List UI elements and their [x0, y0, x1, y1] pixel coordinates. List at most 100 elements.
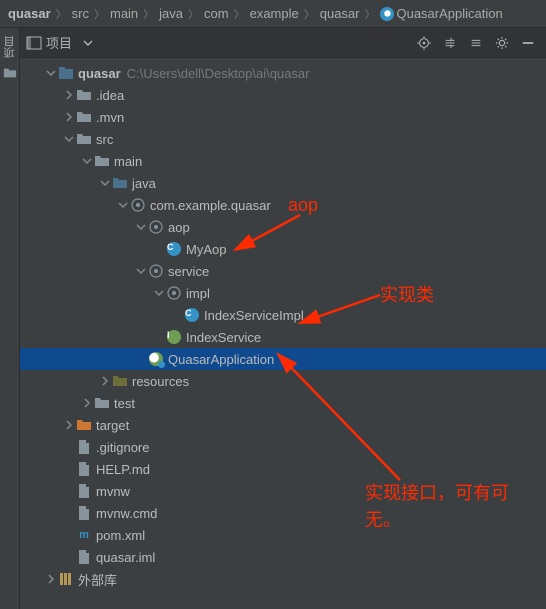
tree-node[interactable]: resources	[20, 370, 546, 392]
tree-node[interactable]: com.example.quasar	[20, 194, 546, 216]
tree-node[interactable]: .idea	[20, 84, 546, 106]
tree-node-label: pom.xml	[96, 528, 145, 543]
tree-node-label: test	[114, 396, 135, 411]
collapse-all-icon[interactable]	[464, 31, 488, 55]
breadcrumb-segment[interactable]: quasar	[318, 6, 362, 21]
hide-icon[interactable]	[516, 31, 540, 55]
tree-node[interactable]: .mvn	[20, 106, 546, 128]
chevron-right-icon[interactable]	[62, 110, 76, 124]
chevron-down-icon[interactable]	[98, 176, 112, 190]
breadcrumb-label: quasar	[320, 6, 360, 21]
chevron-down-icon[interactable]	[44, 66, 58, 80]
folder-icon	[76, 131, 92, 147]
tree-node[interactable]: mvnw	[20, 480, 546, 502]
project-view-icon	[26, 35, 42, 51]
breadcrumb-segment[interactable]: ⬤QuasarApplication	[378, 6, 504, 21]
tree-node[interactable]: main	[20, 150, 546, 172]
folder-icon	[94, 153, 110, 169]
breadcrumb-label: quasar	[8, 6, 51, 21]
chevron-right-icon: 〉	[142, 6, 155, 22]
file-icon	[76, 505, 92, 521]
file-icon	[76, 439, 92, 455]
tree-node[interactable]: ⬤QuasarApplication	[20, 348, 546, 370]
tree-node-label: target	[96, 418, 129, 433]
folder-out-icon	[76, 417, 92, 433]
breadcrumb-segment[interactable]: src	[70, 6, 91, 21]
tree-node[interactable]: HELP.md	[20, 458, 546, 480]
chevron-right-icon[interactable]	[80, 396, 94, 410]
tree-node[interactable]: 外部库	[20, 568, 546, 590]
file-icon	[76, 483, 92, 499]
chevron-right-icon[interactable]	[62, 418, 76, 432]
chevron-right-icon[interactable]	[62, 88, 76, 102]
folder-icon	[76, 87, 92, 103]
breadcrumb: quasar〉src〉main〉java〉com〉example〉quasar〉…	[0, 0, 546, 28]
view-dropdown-icon[interactable]	[76, 31, 100, 55]
tree-node[interactable]: service	[20, 260, 546, 282]
tree-node[interactable]: src	[20, 128, 546, 150]
tree-node-label: com.example.quasar	[150, 198, 271, 213]
tree-node[interactable]: CMyAop	[20, 238, 546, 260]
breadcrumb-segment[interactable]: example	[248, 6, 301, 21]
breadcrumb-segment[interactable]: java	[157, 6, 185, 21]
chevron-down-icon[interactable]	[134, 220, 148, 234]
class-icon: C	[184, 307, 200, 323]
tree-node[interactable]: impl	[20, 282, 546, 304]
tree-node[interactable]: quasar C:\Users\dell\Desktop\ai\quasar	[20, 62, 546, 84]
tree-node[interactable]: quasar.iml	[20, 546, 546, 568]
breadcrumb-label: src	[72, 6, 89, 21]
module-icon	[58, 65, 74, 81]
project-view-label[interactable]: 项目	[46, 33, 72, 52]
tree-node[interactable]: C IndexServiceImpl	[20, 304, 546, 326]
tree-node[interactable]: java	[20, 172, 546, 194]
tree-node[interactable]: target	[20, 414, 546, 436]
folder-icon	[76, 109, 92, 125]
tree-node[interactable]: test	[20, 392, 546, 414]
breadcrumb-label: com	[204, 6, 229, 21]
breadcrumb-label: QuasarApplication	[396, 6, 502, 21]
chevron-right-icon[interactable]	[98, 374, 112, 388]
package-icon	[148, 219, 164, 235]
tree-node-label: IndexServiceImpl	[204, 308, 304, 323]
expand-all-icon[interactable]	[438, 31, 462, 55]
chevron-down-icon[interactable]	[116, 198, 130, 212]
chevron-right-icon[interactable]	[44, 572, 58, 586]
chevron-right-icon: 〉	[233, 6, 246, 22]
class-icon: C	[166, 241, 182, 257]
project-tree[interactable]: quasar C:\Users\dell\Desktop\ai\quasar.id…	[20, 58, 546, 609]
chevron-right-icon: 〉	[93, 6, 106, 22]
tree-node-label: quasar	[78, 66, 121, 81]
package-icon	[130, 197, 146, 213]
chevron-down-icon[interactable]	[152, 286, 166, 300]
tree-node-hint: C:\Users\dell\Desktop\ai\quasar	[127, 66, 310, 81]
breadcrumb-segment[interactable]: quasar	[6, 6, 53, 21]
tree-node-label: 外部库	[78, 570, 117, 589]
breadcrumb-segment[interactable]: main	[108, 6, 140, 21]
tree-node-label: .mvn	[96, 110, 124, 125]
tree-node-label: .idea	[96, 88, 124, 103]
settings-icon[interactable]	[490, 31, 514, 55]
tree-node[interactable]: IIndexService	[20, 326, 546, 348]
chevron-down-icon[interactable]	[62, 132, 76, 146]
tree-node[interactable]: .gitignore	[20, 436, 546, 458]
chevron-right-icon: 〉	[187, 6, 200, 22]
folder-res-icon	[112, 373, 128, 389]
tree-node-label: impl	[186, 286, 210, 301]
tree-node-label: aop	[168, 220, 190, 235]
tree-node-label: .gitignore	[96, 440, 149, 455]
tree-node-label: quasar.iml	[96, 550, 155, 565]
package-icon	[148, 263, 164, 279]
chevron-right-icon: 〉	[303, 6, 316, 22]
chevron-down-icon[interactable]	[134, 264, 148, 278]
tree-node[interactable]: mvnw.cmd	[20, 502, 546, 524]
tree-node[interactable]: aop	[20, 216, 546, 238]
file-icon	[76, 461, 92, 477]
locate-icon[interactable]	[412, 31, 436, 55]
tree-node-label: service	[168, 264, 209, 279]
chevron-down-icon[interactable]	[80, 154, 94, 168]
breadcrumb-segment[interactable]: com	[202, 6, 231, 21]
lib-icon	[58, 571, 74, 587]
tree-node[interactable]: mpom.xml	[20, 524, 546, 546]
side-tab-project[interactable]: 项目	[2, 34, 18, 60]
tree-node-label: QuasarApplication	[168, 352, 274, 367]
